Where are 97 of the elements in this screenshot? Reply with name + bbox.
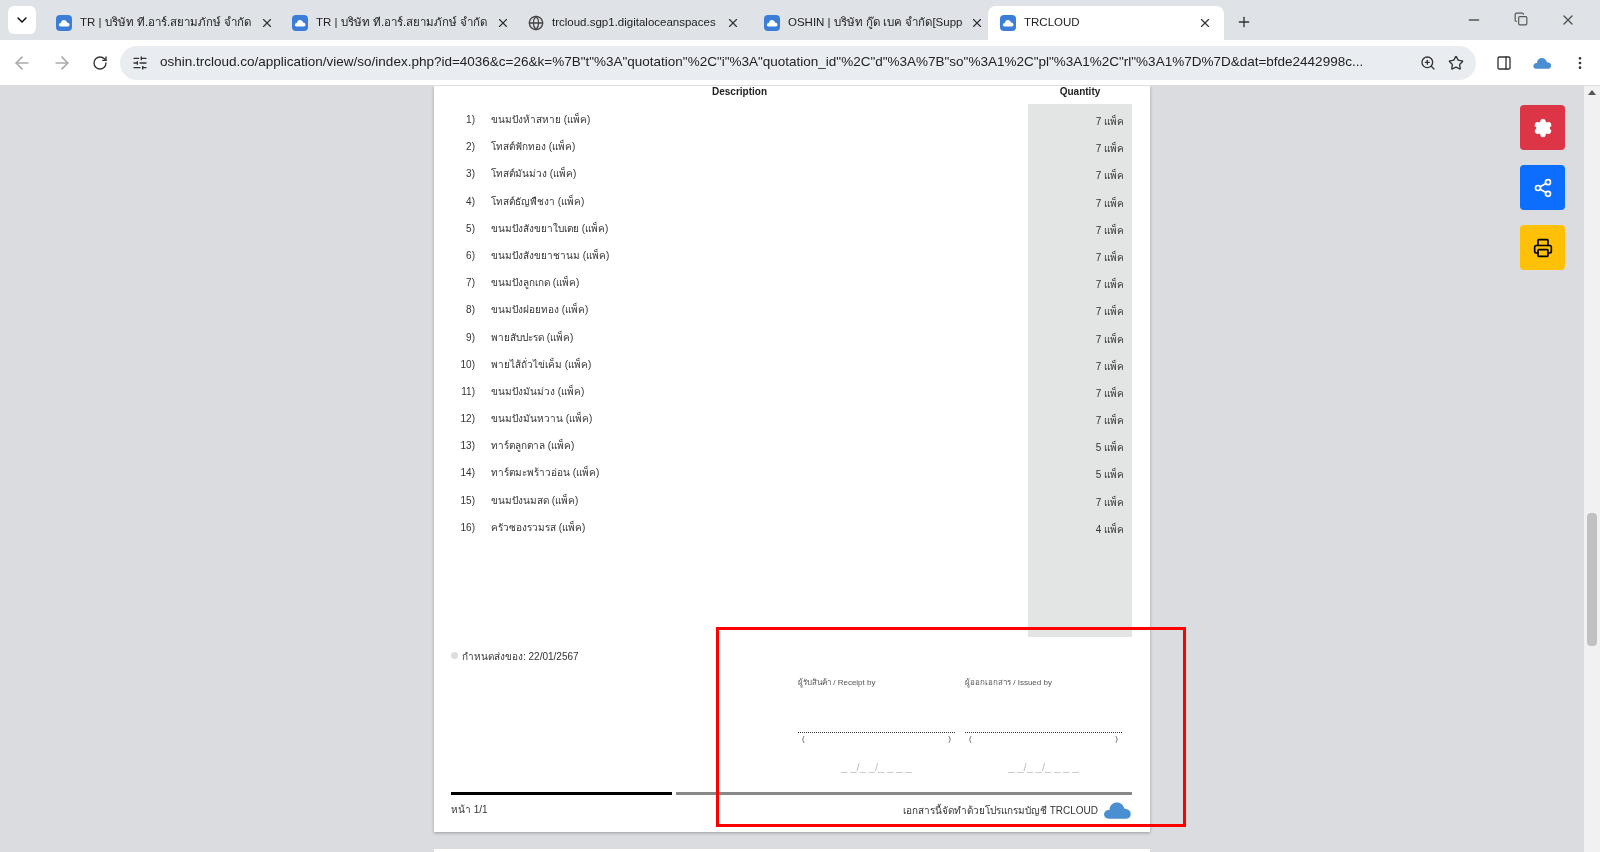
new-tab-icon[interactable] — [1236, 14, 1252, 30]
settings-icon — [1532, 117, 1553, 138]
item-quantity: 7 แพ็ค — [1095, 114, 1124, 129]
item-description: ครัวซองรวมรส (แพ็ค) — [490, 519, 586, 535]
line-number: 6) — [465, 248, 476, 263]
item-quantity: 7 แพ็ค — [1095, 249, 1124, 265]
tab-search-button[interactable] — [8, 6, 36, 34]
scrollbar-thumb[interactable] — [1587, 513, 1597, 646]
tab-title: TR | บริษัท ที.อาร์.สยามภักษ์ จำกัด — [316, 15, 488, 31]
line-number: 14) — [459, 466, 476, 481]
close-icon[interactable] — [1198, 16, 1212, 30]
footer-text: เอกสารนี้จัดทำด้วยโปรแกรมบัญชี TRCLOUD — [902, 802, 1098, 818]
browser-tab[interactable]: trcloud.sgp1.digitaloceanspaces — [516, 6, 752, 40]
item-quantity: 5 แพ็ค — [1095, 440, 1124, 456]
line-number: 12) — [459, 412, 476, 427]
parenthesis: ) — [948, 733, 951, 745]
address-bar[interactable]: oshin.trcloud.co/application/view/so/index.php?id=4036&c=26&k=%7B"t"%3A"quotation"%2C"i"%3A"quotation_id"%2C"d"%3A%7B"so"%3A1%2C"pl"%3A1%2C"rl"%3A1%7D%7D&dat=bfde2442998c... — [120, 45, 1476, 80]
browser-tab[interactable]: TR | บริษัท ที.อาร์.สยามภักษ์ จำกัด — [44, 6, 280, 40]
browser-tab[interactable]: TRCLOUD — [988, 6, 1224, 40]
restore-icon[interactable] — [1514, 12, 1528, 26]
item-description: ขนมปังลูกเกด (แพ็ค) — [490, 275, 580, 291]
line-number: 2) — [465, 140, 476, 155]
item-description: ขนมปังนมสด (แพ็ค) — [490, 492, 579, 508]
line-number: 5) — [465, 221, 476, 236]
item-quantity: 7 แพ็ค — [1095, 277, 1124, 293]
share-button[interactable] — [1520, 165, 1565, 210]
print-button[interactable] — [1520, 225, 1565, 270]
page-number: หน้า 1/1 — [451, 803, 488, 817]
browser-tab[interactable]: TR | บริษัท ที.อาร์.สยามภักษ์ จำกัด — [280, 6, 516, 40]
line-number: 4) — [465, 194, 476, 209]
item-description: ขนมปังห้าสหาย (แพ็ค) — [490, 112, 591, 127]
item-quantity: 4 แพ็ค — [1095, 521, 1124, 537]
tab-title: TR | บริษัท ที.อาร์.สยามภักษ์ จำกัด — [80, 15, 252, 31]
item-quantity: 7 แพ็ค — [1095, 494, 1124, 510]
cloud-logo-icon — [1102, 800, 1132, 820]
tab-title: TRCLOUD — [1024, 15, 1081, 31]
parenthesis: ( — [802, 733, 805, 745]
line-number: 13) — [459, 439, 476, 454]
line-number: 9) — [465, 330, 476, 345]
parenthesis: ) — [1115, 733, 1118, 745]
item-quantity: 7 แพ็ค — [1095, 168, 1124, 184]
item-quantity: 7 แพ็ค — [1095, 358, 1124, 374]
site-settings-icon[interactable] — [132, 54, 148, 71]
item-quantity: 5 แพ็ค — [1095, 467, 1124, 483]
side-panel-icon[interactable] — [1496, 54, 1512, 71]
printer-icon — [1532, 237, 1553, 258]
line-number: 8) — [465, 303, 476, 318]
browser-tab[interactable]: OSHIN | บริษัท กู๊ด เบค จำกัด[Supp — [752, 6, 988, 40]
cloud-icon — [292, 15, 308, 31]
line-number: 11) — [460, 384, 476, 399]
settings-button[interactable] — [1520, 105, 1565, 150]
item-description: ขนมปังสังขยาชานม (แพ็ค) — [490, 247, 610, 263]
cloud-icon — [1000, 15, 1016, 31]
cloud-icon — [56, 15, 72, 31]
date-blank: _ _/_ _/_ _ _ _ — [840, 760, 913, 775]
scroll-up-icon[interactable] — [1588, 90, 1596, 95]
item-description: ทาร์ตมะพร้าวอ่อน (แพ็ค) — [490, 465, 600, 481]
date-blank: _ _/_ _/_ _ _ _ — [1007, 760, 1080, 775]
line-number: 3) — [465, 167, 476, 182]
signature-label: ผู้ออกเอกสาร / Issued by — [965, 677, 1053, 690]
item-description: ขนมปังมันหวาน (แพ็ค) — [490, 411, 593, 427]
item-description: ขนมปังฝอยทอง (แพ็ค) — [490, 302, 589, 318]
url-text: oshin.trcloud.co/application/view/so/index.php?id=4036&c=26&k=%7B"t"%3A"quotation"%2C"i"%3A"quotation_id"%2C"d"%3A%7B"so"%3A1%2C"pl"%3A1%2C"rl"%3A1%7D%7D&dat=bfde2442998c... — [160, 53, 1365, 72]
line-number: 10) — [459, 357, 476, 372]
column-header: Description — [711, 86, 768, 99]
column-header: Quantity — [1058, 86, 1102, 99]
cloud-icon — [764, 15, 780, 31]
item-quantity: 7 แพ็ค — [1095, 195, 1124, 211]
item-description: โทสต์ฟักทอง (แพ็ค) — [490, 139, 576, 155]
close-icon[interactable] — [726, 16, 740, 30]
delivery-date: กำหนดส่งของ: 22/01/2567 — [462, 650, 579, 664]
item-description: โทสต์มันม่วง (แพ็ค) — [490, 166, 577, 182]
item-quantity: 7 แพ็ค — [1095, 222, 1124, 238]
item-description: พายสับปะรด (แพ็ค) — [490, 329, 574, 345]
item-quantity: 7 แพ็ค — [1095, 304, 1124, 320]
line-number: 1) — [465, 113, 476, 127]
item-quantity: 7 แพ็ค — [1095, 413, 1124, 429]
globe-icon — [528, 15, 544, 31]
item-description: ขนมปังมันม่วง (แพ็ค) — [490, 383, 585, 399]
line-number: 16) — [459, 520, 476, 535]
item-quantity: 7 แพ็ค — [1095, 331, 1124, 347]
bookmark-star-icon[interactable] — [1448, 54, 1464, 71]
tab-title: OSHIN | บริษัท กู๊ด เบค จำกัด[Supp — [788, 15, 963, 31]
item-description: พายไส้ถั่วไข่เค็ม (แพ็ค) — [490, 356, 592, 372]
item-description: ทาร์ตลูกตาล (แพ็ค) — [490, 438, 575, 454]
reload-icon[interactable] — [92, 54, 108, 71]
item-quantity: 7 แพ็ค — [1095, 141, 1124, 157]
line-number: 15) — [459, 493, 476, 508]
share-icon — [1532, 177, 1553, 198]
parenthesis: ( — [969, 733, 972, 745]
item-description: โทสต์ธัญพืชงา (แพ็ค) — [490, 193, 585, 209]
item-description: ขนมปังสังขยาใบเตย (แพ็ค) — [490, 220, 609, 236]
item-quantity: 7 แพ็ค — [1095, 385, 1124, 401]
tab-title: trcloud.sgp1.digitaloceanspaces — [552, 15, 717, 31]
signature-label: ผู้รับสินค้า / Receipt by — [798, 677, 877, 690]
zoom-icon[interactable] — [1420, 54, 1436, 71]
line-number: 7) — [465, 276, 476, 291]
